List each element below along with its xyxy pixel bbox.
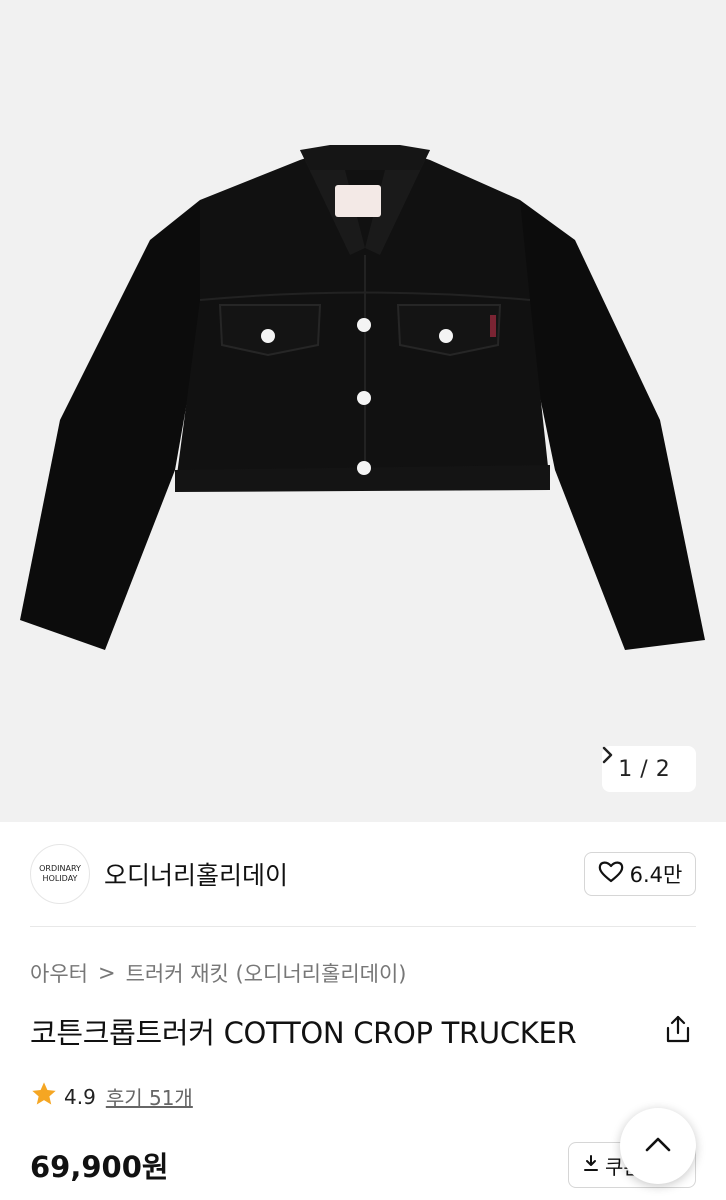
breadcrumb: 아우터 > 트러커 재킷 (오디너리홀리데이) (30, 958, 406, 988)
brand-logo-line2: HOLIDAY (42, 874, 78, 883)
pager-current: 1 (618, 756, 633, 782)
share-icon[interactable] (664, 1014, 692, 1044)
chevron-up-icon (644, 1135, 672, 1157)
brand-name[interactable]: 오디너리홀리데이 (104, 856, 288, 892)
scroll-top-button[interactable] (620, 1108, 696, 1184)
product-image-gallery[interactable]: 1 / 2 (0, 0, 726, 822)
divider (30, 926, 696, 927)
rating-row: 4.9 후기 51개 (30, 1080, 193, 1113)
image-pager[interactable]: 1 / 2 (602, 746, 696, 792)
product-title: 코튼크롭트러커 COTTON CROP TRUCKER (30, 1016, 577, 1050)
breadcrumb-separator: > (97, 961, 116, 985)
breadcrumb-level1[interactable]: 아우터 (30, 958, 88, 988)
breadcrumb-level2[interactable]: 트러커 재킷 (오디너리홀리데이) (126, 958, 407, 988)
pager-separator: / (640, 756, 648, 782)
like-button[interactable]: 6.4만 (584, 852, 696, 896)
heart-icon (598, 860, 624, 889)
star-icon (30, 1080, 58, 1113)
brand-logo[interactable]: ORDINARY HOLIDAY (30, 844, 90, 904)
brand-logo-line1: ORDINARY (39, 864, 81, 873)
product-price: 69,900원 (30, 1150, 169, 1184)
download-icon (583, 1153, 599, 1177)
like-count: 6.4만 (629, 863, 683, 887)
product-image (20, 145, 705, 650)
review-link[interactable]: 후기 51개 (106, 1082, 193, 1111)
pager-total: 2 (655, 756, 670, 782)
rating-value: 4.9 (64, 1084, 96, 1109)
brand-row: ORDINARY HOLIDAY 오디너리홀리데이 6.4만 (0, 822, 726, 926)
